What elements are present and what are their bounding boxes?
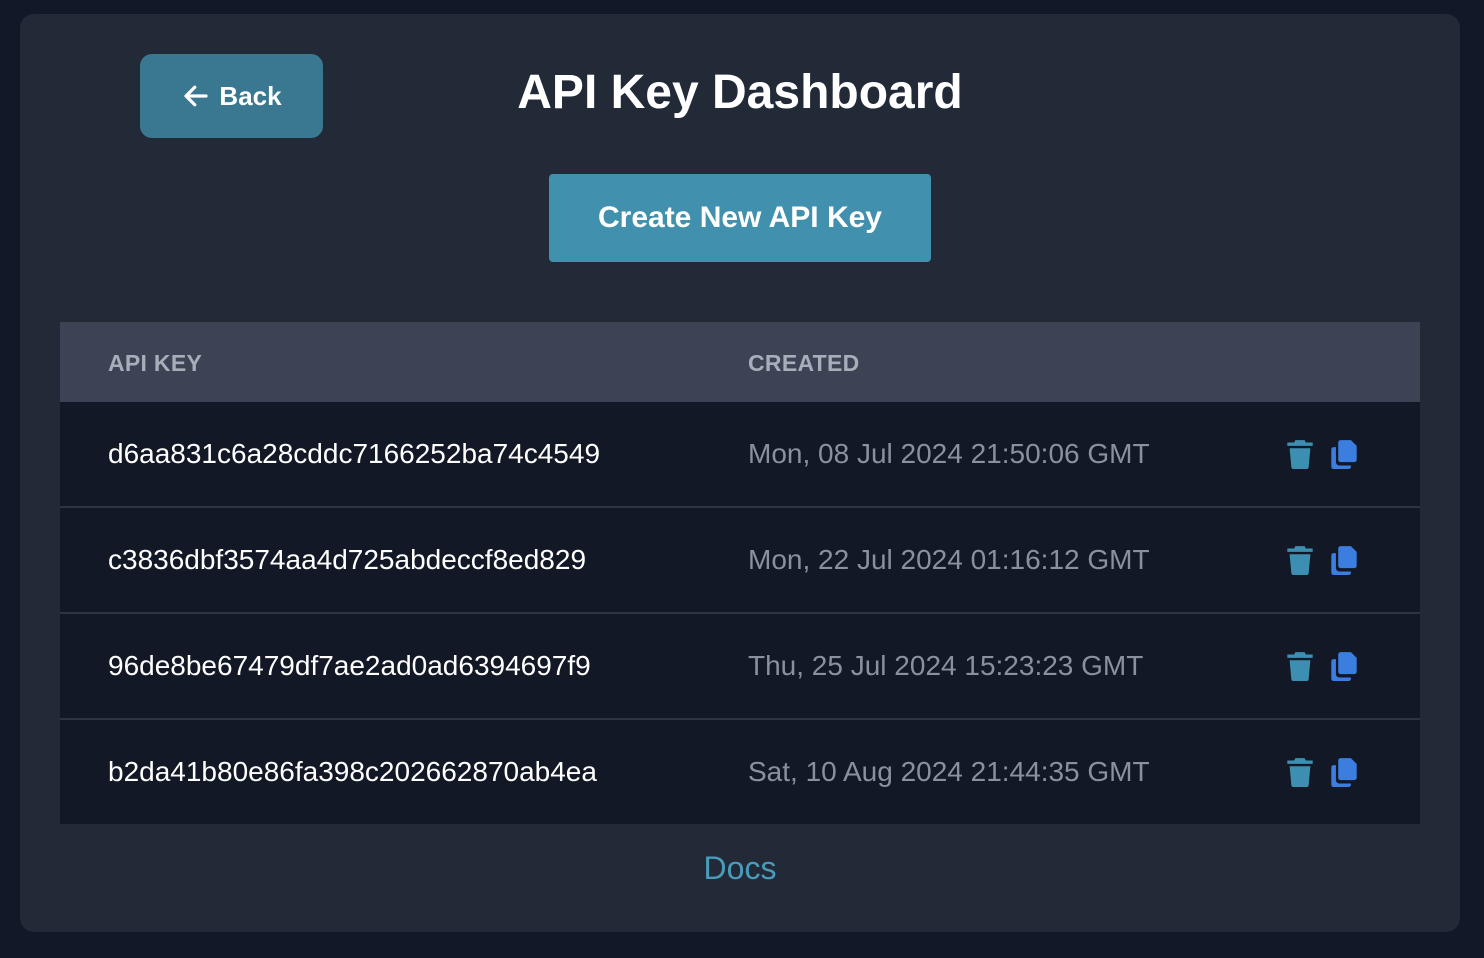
copy-button[interactable] bbox=[1330, 757, 1358, 787]
delete-button[interactable] bbox=[1286, 757, 1314, 787]
row-actions bbox=[1286, 402, 1358, 506]
api-key-value: 96de8be67479df7ae2ad0ad6394697f9 bbox=[108, 650, 591, 681]
table-row: c3836dbf3574aa4d725abdeccf8ed829 Mon, 22… bbox=[60, 506, 1420, 612]
created-date: Mon, 22 Jul 2024 01:16:12 GMT bbox=[748, 544, 1150, 575]
create-api-key-button[interactable]: Create New API Key bbox=[549, 174, 931, 262]
copy-icon bbox=[1331, 652, 1357, 681]
copy-icon bbox=[1331, 758, 1357, 787]
copy-button[interactable] bbox=[1330, 651, 1358, 681]
row-actions bbox=[1286, 508, 1358, 612]
created-date: Mon, 08 Jul 2024 21:50:06 GMT bbox=[748, 438, 1150, 469]
created-date: Sat, 10 Aug 2024 21:44:35 GMT bbox=[748, 756, 1150, 787]
table-header: API KEY CREATED bbox=[60, 322, 1420, 402]
copy-button[interactable] bbox=[1330, 439, 1358, 469]
table-row: 96de8be67479df7ae2ad0ad6394697f9 Thu, 25… bbox=[60, 612, 1420, 718]
trash-icon bbox=[1287, 546, 1313, 575]
row-actions bbox=[1286, 614, 1358, 718]
delete-button[interactable] bbox=[1286, 545, 1314, 575]
copy-icon bbox=[1331, 546, 1357, 575]
trash-icon bbox=[1287, 652, 1313, 681]
trash-icon bbox=[1287, 758, 1313, 787]
trash-icon bbox=[1287, 440, 1313, 469]
api-key-value: b2da41b80e86fa398c202662870ab4ea bbox=[108, 756, 597, 787]
dashboard-panel: Back API Key Dashboard Create New API Ke… bbox=[20, 14, 1460, 932]
delete-button[interactable] bbox=[1286, 651, 1314, 681]
row-actions bbox=[1286, 720, 1358, 824]
created-date: Thu, 25 Jul 2024 15:23:23 GMT bbox=[748, 650, 1144, 681]
table-row: b2da41b80e86fa398c202662870ab4ea Sat, 10… bbox=[60, 718, 1420, 824]
api-key-value: d6aa831c6a28cddc7166252ba74c4549 bbox=[108, 438, 601, 469]
column-header-created: CREATED bbox=[748, 350, 860, 376]
api-key-value: c3836dbf3574aa4d725abdeccf8ed829 bbox=[108, 544, 587, 575]
copy-icon bbox=[1331, 440, 1357, 469]
docs-link[interactable]: Docs bbox=[20, 850, 1460, 887]
column-header-api-key: API KEY bbox=[108, 350, 203, 376]
delete-button[interactable] bbox=[1286, 439, 1314, 469]
api-key-table: API KEY CREATED d6aa831c6a28cddc7166252b… bbox=[60, 322, 1420, 824]
page-title: API Key Dashboard bbox=[517, 66, 963, 119]
copy-button[interactable] bbox=[1330, 545, 1358, 575]
table-row: d6aa831c6a28cddc7166252ba74c4549 Mon, 08… bbox=[60, 402, 1420, 506]
